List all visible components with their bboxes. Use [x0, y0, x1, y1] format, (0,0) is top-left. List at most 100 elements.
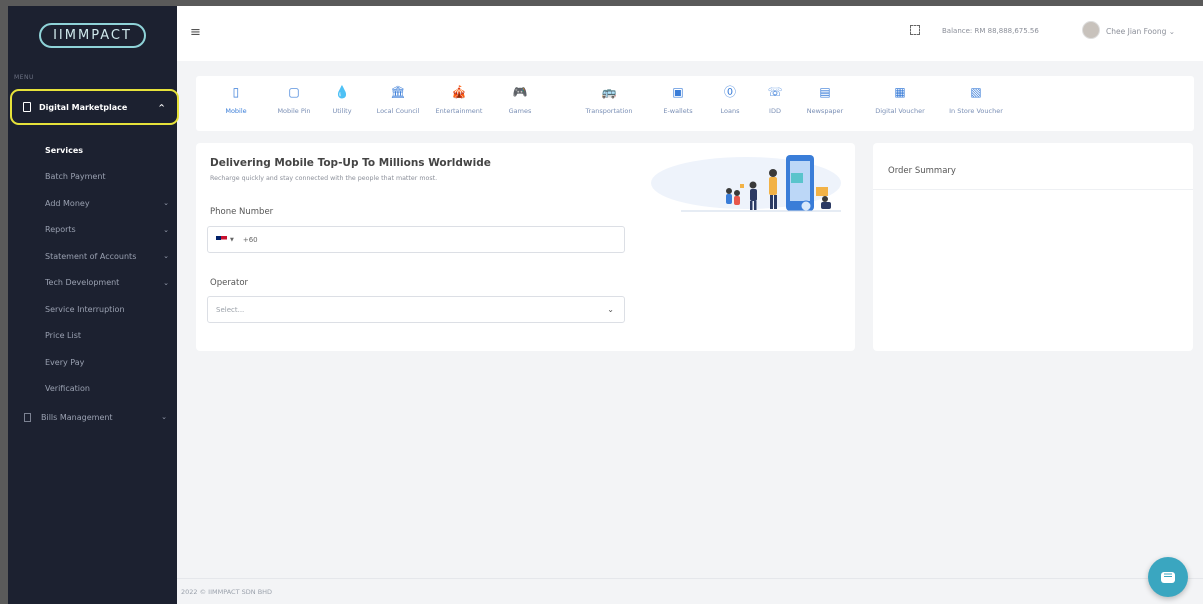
category-in-store-voucher[interactable]: ▧ In Store Voucher: [949, 84, 1003, 115]
e-wallets-icon: ▣: [672, 85, 684, 99]
hamburger-menu-icon[interactable]: ≡: [190, 25, 201, 40]
chevron-down-icon: ⌄: [607, 305, 614, 314]
sidebar-item-every-pay[interactable]: Every Pay: [8, 349, 177, 376]
chevron-down-icon: ⌄: [163, 225, 169, 234]
category-label: Digital Voucher: [875, 107, 925, 115]
mobile-icon: [23, 102, 31, 112]
chevron-down-icon: ⌄: [163, 199, 169, 208]
chevron-down-icon: ⌄: [163, 252, 169, 261]
chat-button[interactable]: [1148, 557, 1188, 597]
user-menu[interactable]: Chee Jian Foong ⌄: [1106, 27, 1175, 36]
phone-number-label: Phone Number: [210, 207, 274, 217]
games-icon: 🎮: [512, 85, 528, 99]
sidebar-item-label: Batch Payment: [45, 172, 106, 182]
category-label: Newspaper: [806, 107, 844, 115]
operator-select[interactable]: Select... ⌄: [207, 296, 625, 323]
category-games[interactable]: 🎮 Games: [509, 84, 532, 115]
sidebar-item-price-list[interactable]: Price List: [8, 323, 177, 350]
sidebar-item-label: Verification: [45, 384, 90, 394]
mobile-pin-icon: ▢: [288, 85, 300, 99]
in-store-voucher-icon: ▧: [970, 85, 982, 99]
balance-text: Balance: RM 88,888,675.56: [942, 27, 1039, 35]
page-title: Delivering Mobile Top-Up To Millions Wor…: [210, 157, 491, 169]
digital-voucher-icon: ▦: [894, 85, 906, 99]
idd-icon: ☏: [767, 85, 783, 99]
category-label: Local Council: [376, 107, 420, 115]
category-label: IDD: [769, 107, 781, 115]
topup-form-card: Delivering Mobile Top-Up To Millions Wor…: [196, 143, 855, 351]
category-label: Mobile: [225, 107, 247, 115]
sidebar-item-label: Digital Marketplace: [39, 102, 128, 112]
username: Chee Jian Foong: [1106, 27, 1167, 36]
sidebar-item-service-interruption[interactable]: Service Interruption: [8, 296, 177, 323]
document-icon: [24, 412, 31, 422]
sidebar-item-label: Add Money: [45, 198, 90, 208]
sidebar-item-statement-of-accounts[interactable]: Statement of Accounts ⌄: [8, 243, 177, 270]
app-frame: IIMMPACT MENU Services Batch Payment Add M…: [8, 6, 1203, 604]
sidebar-item-label: Bills Management: [41, 412, 113, 422]
category-transportation[interactable]: 🚌 Transportation: [586, 84, 633, 115]
sidebar-item-digital-marketplace[interactable]: Digital Marketplace ^: [10, 89, 179, 125]
entertainment-icon: 🎪: [451, 85, 467, 99]
category-e-wallets[interactable]: ▣ E-wallets: [663, 84, 692, 115]
local-council-icon: 🏛: [390, 85, 406, 99]
chevron-down-icon: ⌄: [163, 278, 169, 287]
category-label: Games: [508, 107, 532, 115]
footer: 2022 © IIMMPACT SDN BHD: [177, 578, 1203, 604]
sidebar-item-label: Every Pay: [45, 357, 85, 367]
sidebar-item-batch-payment[interactable]: Batch Payment: [8, 164, 177, 191]
divider: [873, 189, 1193, 190]
logo-container: IIMMPACT: [8, 6, 177, 64]
operator-label: Operator: [210, 278, 249, 288]
category-mobile[interactable]: ▯ Mobile: [225, 84, 246, 115]
category-label: Entertainment: [435, 107, 483, 115]
sidebar-item-tech-development[interactable]: Tech Development ⌄: [8, 270, 177, 297]
category-label: E-wallets: [663, 107, 693, 115]
topup-illustration: [651, 155, 841, 212]
category-digital-voucher[interactable]: ▦ Digital Voucher: [875, 84, 925, 115]
sidebar-item-services[interactable]: Services: [8, 137, 177, 164]
fullscreen-icon[interactable]: [910, 25, 920, 35]
category-idd[interactable]: ☏ IDD: [767, 84, 783, 115]
category-label: Mobile Pin: [277, 107, 311, 115]
sidebar-item-label: Services: [45, 145, 84, 155]
category-label: Loans: [720, 107, 740, 115]
order-summary-card: Order Summary: [873, 143, 1193, 351]
mobile-icon: ▯: [232, 85, 240, 99]
transportation-icon: 🚌: [601, 85, 617, 99]
sidebar-item-label: Statement of Accounts: [45, 251, 137, 261]
sidebar-item-label: Tech Development: [45, 278, 120, 288]
category-label: Utility: [332, 107, 352, 115]
malaysia-flag-icon[interactable]: [216, 236, 227, 243]
category-newspaper[interactable]: ▤ Newspaper: [807, 84, 843, 115]
logo[interactable]: IIMMPACT: [39, 22, 146, 48]
order-summary-title: Order Summary: [888, 166, 956, 176]
loans-icon: ⓪: [723, 85, 736, 99]
sidebar-items: Services Batch Payment Add Money ⌄ Reports ⌄ S…: [8, 137, 177, 402]
category-entertainment[interactable]: 🎪 Entertainment: [436, 84, 483, 115]
footer-copyright: 2022 © IIMMPACT SDN BHD: [181, 588, 273, 596]
chevron-down-icon: ⌄: [161, 413, 167, 421]
sidebar-item-label: Service Interruption: [45, 304, 125, 314]
utility-icon: 💧: [334, 85, 350, 99]
top-header: ≡ Balance: RM 88,888,675.56 Chee Jian Fo…: [177, 6, 1203, 61]
category-label: In Store Voucher: [949, 107, 1003, 115]
operator-placeholder: Select...: [216, 305, 245, 314]
phone-number-input[interactable]: ▼ +60: [207, 226, 625, 253]
menu-label: MENU: [14, 74, 34, 81]
category-mobile-pin[interactable]: ▢ Mobile Pin: [277, 84, 310, 115]
sidebar-item-bills-management[interactable]: Bills Management ⌄: [8, 402, 177, 432]
category-label: Transportation: [585, 107, 633, 115]
sidebar-item-reports[interactable]: Reports ⌄: [8, 217, 177, 244]
sidebar-item-label: Reports: [45, 225, 76, 235]
category-local-council[interactable]: 🏛 Local Council: [377, 84, 420, 115]
caret-down-icon[interactable]: ▼: [230, 237, 234, 243]
avatar[interactable]: [1082, 21, 1100, 39]
phone-prefix: +60: [242, 235, 258, 244]
sidebar-item-add-money[interactable]: Add Money ⌄: [8, 190, 177, 217]
category-loans[interactable]: ⓪ Loans: [721, 84, 740, 115]
newspaper-icon: ▤: [819, 85, 831, 99]
category-utility[interactable]: 💧 Utility: [332, 84, 351, 115]
page-subtitle: Recharge quickly and stay connected with…: [210, 175, 438, 182]
sidebar-item-verification[interactable]: Verification: [8, 376, 177, 403]
